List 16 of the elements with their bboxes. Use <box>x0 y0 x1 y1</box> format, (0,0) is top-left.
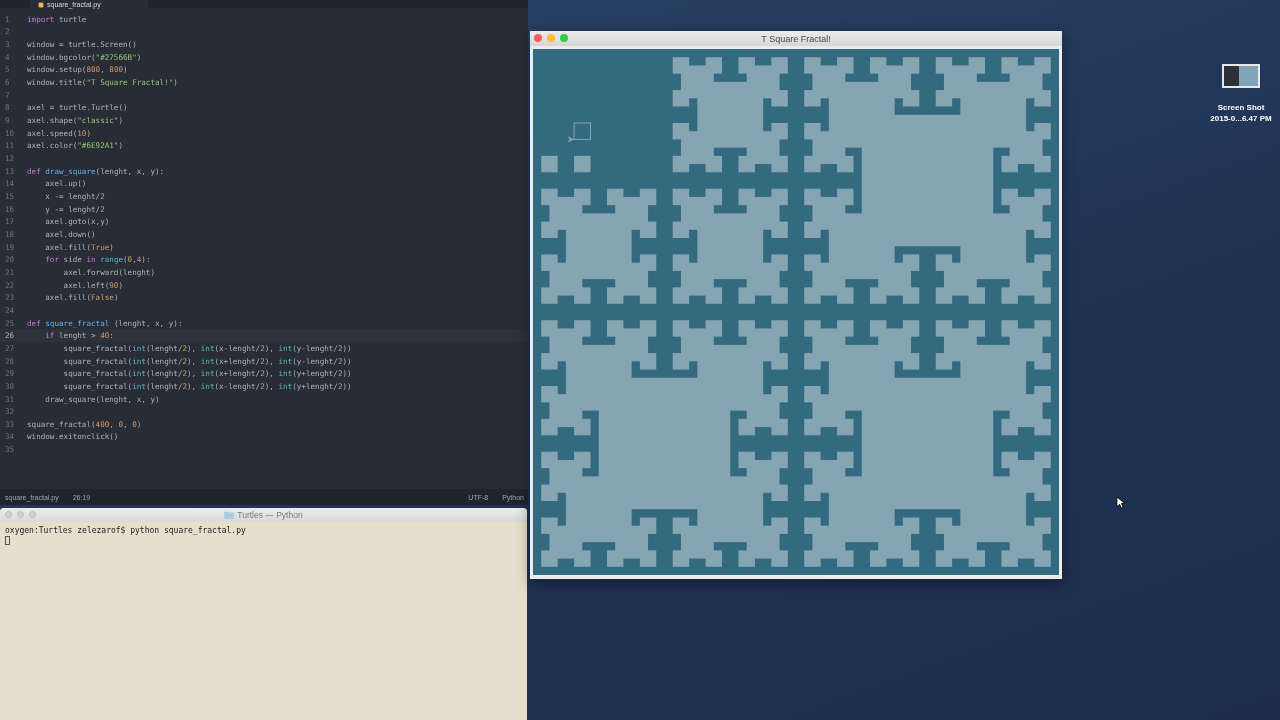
text-cursor-icon <box>5 536 10 545</box>
zoom-dot-icon[interactable] <box>560 34 568 42</box>
terminal-title: Turtles — Python <box>237 510 303 520</box>
file-date-label: 2015-0...6.47 PM <box>1210 113 1272 124</box>
minimize-dot-icon[interactable] <box>17 511 24 518</box>
mouse-pointer-icon <box>1116 496 1125 509</box>
close-dot-icon[interactable] <box>5 511 12 518</box>
window-title: T Square Fractal! <box>761 33 831 44</box>
minimize-dot-icon[interactable] <box>547 34 555 42</box>
screenshot-thumbnail[interactable] <box>1222 64 1260 88</box>
file-icon <box>38 2 44 8</box>
terminal-output: oxygen:Turtles zelezarof$ python square_fractal.py <box>5 525 247 536</box>
folder-icon <box>224 511 235 519</box>
zoom-dot-icon[interactable] <box>29 511 36 518</box>
close-dot-icon[interactable] <box>534 34 542 42</box>
file-name-label: Screen Shot <box>1217 102 1265 113</box>
